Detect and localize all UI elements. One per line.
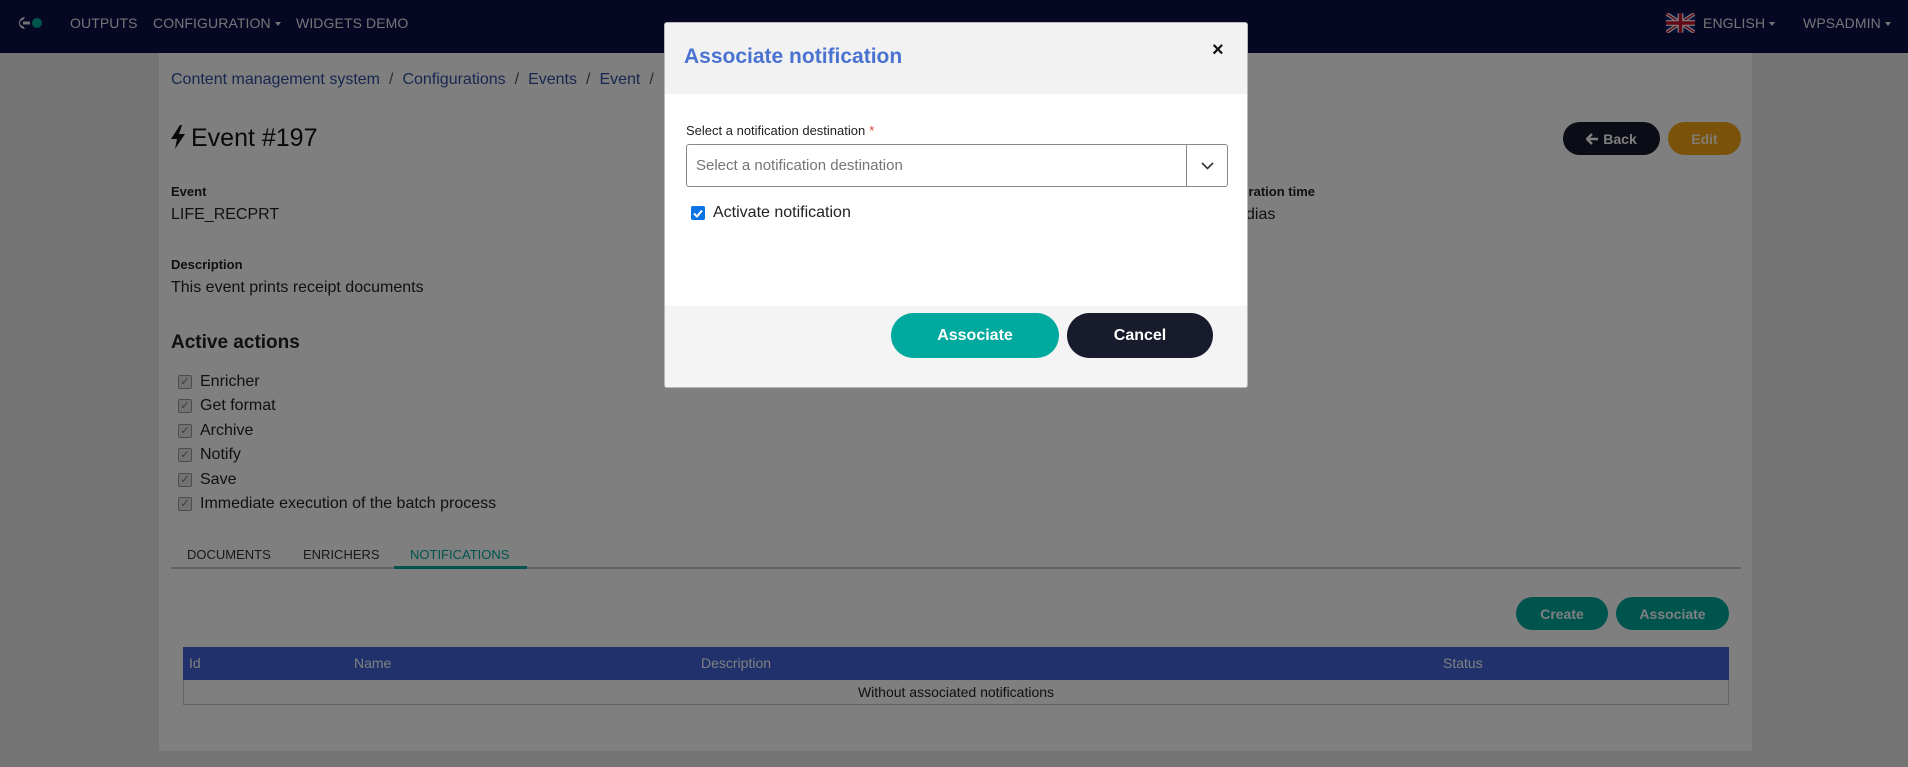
required-marker: *: [869, 123, 875, 138]
associate-notification-dialog: Associate notification × Select a notifi…: [664, 22, 1248, 388]
select-placeholder: Select a notification destination: [696, 157, 903, 174]
notification-destination-label: Select a notification destination *: [686, 123, 874, 138]
activate-notification-label: Activate notification: [713, 204, 851, 221]
cancel-button[interactable]: Cancel: [1067, 313, 1213, 358]
notification-destination-select[interactable]: Select a notification destination: [686, 144, 1228, 187]
associate-button[interactable]: Associate: [891, 313, 1059, 358]
modal-title: Associate notification: [684, 45, 903, 68]
activate-notification-checkbox[interactable]: [691, 206, 705, 220]
select-divider: [1186, 145, 1187, 186]
checkmark-icon: [693, 209, 703, 218]
notification-destination-label-text: Select a notification destination: [686, 123, 866, 138]
cancel-label: Cancel: [1113, 326, 1167, 344]
activate-notification-option[interactable]: Activate notification: [691, 204, 851, 222]
chevron-down-icon[interactable]: [1200, 158, 1215, 173]
close-icon[interactable]: ×: [1212, 40, 1224, 60]
associate-label: Associate: [937, 326, 1013, 344]
